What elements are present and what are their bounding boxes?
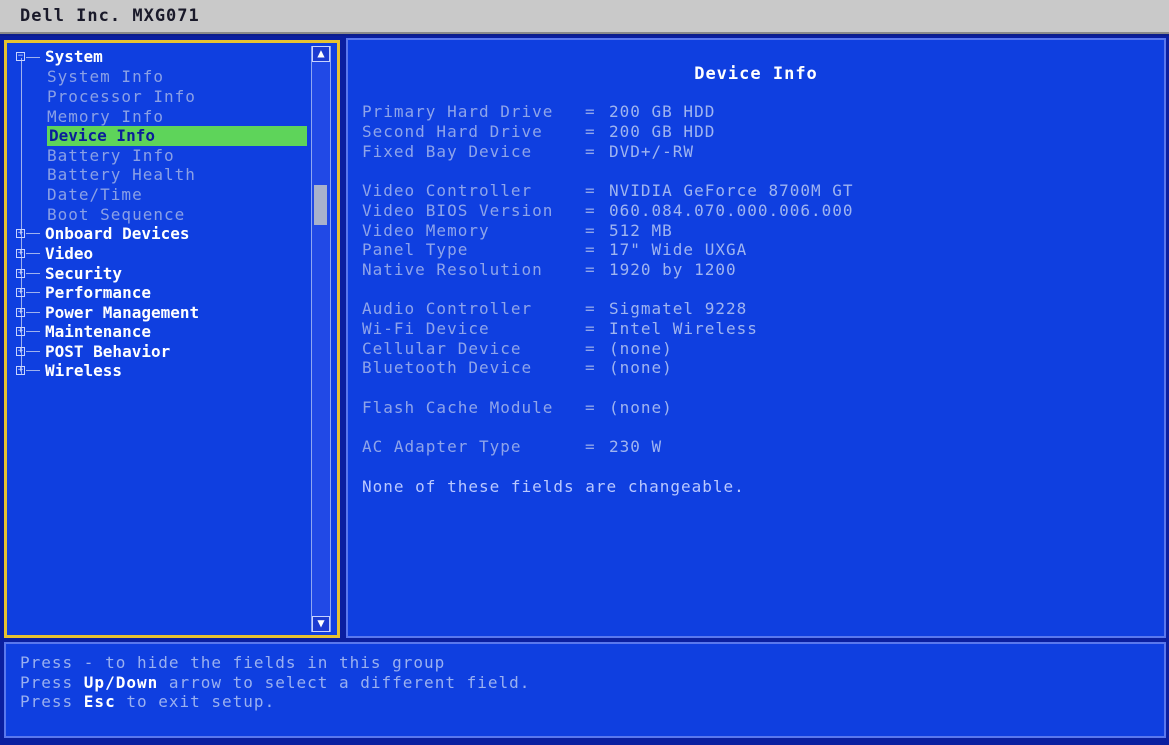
tree-branch-line bbox=[26, 351, 40, 352]
field-label: Panel Type bbox=[362, 240, 469, 259]
expand-icon[interactable]: + bbox=[16, 308, 25, 317]
field-value: (none) bbox=[609, 339, 673, 358]
field-primary-hard-drive: Primary Hard Drive = 200 GB HDD bbox=[362, 102, 716, 121]
field-label: Second Hard Drive bbox=[362, 122, 543, 141]
field-flash-cache-module: Flash Cache Module = (none) bbox=[362, 398, 673, 417]
settings-tree: − System System Info Processor Info Memo… bbox=[7, 43, 307, 635]
field-panel-type: Panel Type = 17" Wide UXGA bbox=[362, 240, 748, 259]
panel-title: Device Info bbox=[694, 64, 818, 84]
expand-icon[interactable]: + bbox=[16, 347, 25, 356]
tree-branch-line bbox=[26, 292, 40, 293]
field-wifi-device: Wi-Fi Device = Intel Wireless bbox=[362, 319, 758, 338]
collapse-icon[interactable]: − bbox=[16, 52, 25, 61]
help-text: arrow to select a different field. bbox=[158, 673, 531, 692]
tree-item-device-info-selected[interactable]: Device Info bbox=[47, 126, 307, 146]
tree-item-system[interactable]: System bbox=[45, 47, 103, 67]
navigation-tree-panel[interactable]: − System System Info Processor Info Memo… bbox=[4, 40, 340, 638]
field-value: 200 GB HDD bbox=[609, 122, 716, 141]
field-native-resolution: Native Resolution = 1920 by 1200 bbox=[362, 260, 737, 279]
expand-icon[interactable]: + bbox=[16, 366, 25, 375]
field-value: 512 MB bbox=[609, 221, 673, 240]
read-only-note: None of these fields are changeable. bbox=[362, 477, 745, 496]
field-fixed-bay-device: Fixed Bay Device = DVD+/-RW bbox=[362, 142, 695, 161]
field-value: 230 W bbox=[609, 437, 663, 456]
tree-item-battery-health[interactable]: Battery Health bbox=[47, 165, 196, 185]
field-value: 17" Wide UXGA bbox=[609, 240, 748, 259]
field-label: Wi-Fi Device bbox=[362, 319, 490, 338]
scrollbar-thumb[interactable] bbox=[314, 185, 327, 225]
tree-branch-line bbox=[26, 370, 40, 371]
tree-item-date-time[interactable]: Date/Time bbox=[47, 185, 143, 205]
scroll-up-arrow-icon[interactable]: ▲ bbox=[312, 46, 330, 62]
key-up-down: Up/Down bbox=[83, 673, 159, 692]
field-cellular-device: Cellular Device = (none) bbox=[362, 339, 673, 358]
tree-branch-line bbox=[26, 331, 40, 332]
expand-icon[interactable]: + bbox=[16, 249, 25, 258]
field-ac-adapter-type: AC Adapter Type = 230 W bbox=[362, 437, 663, 456]
expand-icon[interactable]: + bbox=[16, 229, 25, 238]
tree-item-wireless[interactable]: Wireless bbox=[45, 361, 122, 381]
field-label: AC Adapter Type bbox=[362, 437, 522, 456]
tree-item-battery-info[interactable]: Battery Info bbox=[47, 146, 175, 166]
help-text: Press bbox=[20, 673, 84, 692]
tree-item-security[interactable]: Security bbox=[45, 264, 122, 284]
tree-item-boot-sequence[interactable]: Boot Sequence bbox=[47, 205, 185, 225]
field-value: NVIDIA GeForce 8700M GT bbox=[609, 181, 854, 200]
title-bar: Dell Inc. MXG071 bbox=[0, 0, 1169, 34]
field-label: Primary Hard Drive bbox=[362, 102, 554, 121]
field-value: DVD+/-RW bbox=[609, 142, 695, 161]
tree-branch-line bbox=[26, 233, 40, 234]
field-value: Intel Wireless bbox=[609, 319, 758, 338]
help-line-hide-fields: Press - to hide the fields in this group bbox=[20, 653, 446, 672]
field-second-hard-drive: Second Hard Drive = 200 GB HDD bbox=[362, 122, 716, 141]
scroll-down-arrow-icon[interactable]: ▼ bbox=[312, 616, 330, 632]
field-value: (none) bbox=[609, 398, 673, 417]
tree-item-onboard-devices[interactable]: Onboard Devices bbox=[45, 224, 190, 244]
tree-item-performance[interactable]: Performance bbox=[45, 283, 151, 303]
field-label: Video Memory bbox=[362, 221, 490, 240]
field-value: Sigmatel 9228 bbox=[609, 299, 748, 318]
field-label: Video Controller bbox=[362, 181, 533, 200]
expand-icon[interactable]: + bbox=[16, 269, 25, 278]
help-text: Press bbox=[20, 692, 84, 711]
field-label: Fixed Bay Device bbox=[362, 142, 533, 161]
expand-icon[interactable]: + bbox=[16, 288, 25, 297]
field-video-bios-version: Video BIOS Version = 060.084.070.000.006.0… bbox=[362, 201, 854, 220]
tree-item-system-info[interactable]: System Info bbox=[47, 67, 164, 87]
help-line-navigate: Press Up/Down arrow to select a differen… bbox=[20, 673, 530, 693]
tree-branch-line bbox=[26, 312, 40, 313]
help-line-exit: Press Esc to exit setup. bbox=[20, 692, 275, 712]
field-bluetooth-device: Bluetooth Device = (none) bbox=[362, 358, 673, 377]
tree-scrollbar[interactable]: ▲ ▼ bbox=[311, 46, 331, 632]
field-label: Flash Cache Module bbox=[362, 398, 554, 417]
tree-branch-line bbox=[26, 253, 40, 254]
help-text: to exit setup. bbox=[115, 692, 276, 711]
field-audio-controller: Audio Controller = Sigmatel 9228 bbox=[362, 299, 748, 318]
field-label: Audio Controller bbox=[362, 299, 533, 318]
tree-branch-line bbox=[26, 57, 40, 58]
help-panel: Press - to hide the fields in this group… bbox=[4, 642, 1166, 738]
tree-item-post-behavior[interactable]: POST Behavior bbox=[45, 342, 170, 362]
field-video-memory: Video Memory = 512 MB bbox=[362, 221, 673, 240]
tree-item-processor-info[interactable]: Processor Info bbox=[47, 87, 196, 107]
field-video-controller: Video Controller = NVIDIA GeForce 8700M GT bbox=[362, 181, 854, 200]
field-value: 200 GB HDD bbox=[609, 102, 716, 121]
field-label: Cellular Device bbox=[362, 339, 522, 358]
field-label: Video BIOS Version bbox=[362, 201, 554, 220]
tree-item-power-management[interactable]: Power Management bbox=[45, 303, 199, 323]
device-info-panel: Device Info Primary Hard Drive = 200 GB HD… bbox=[346, 38, 1166, 638]
field-label: Bluetooth Device bbox=[362, 358, 533, 377]
field-value: 1920 by 1200 bbox=[609, 260, 737, 279]
tree-item-maintenance[interactable]: Maintenance bbox=[45, 322, 151, 342]
field-value: (none) bbox=[609, 358, 673, 377]
window-title: Dell Inc. MXG071 bbox=[20, 6, 200, 26]
tree-branch-line bbox=[26, 273, 40, 274]
tree-item-memory-info[interactable]: Memory Info bbox=[47, 107, 164, 127]
field-value: 060.084.070.000.006.000 bbox=[609, 201, 854, 220]
expand-icon[interactable]: + bbox=[16, 327, 25, 336]
field-label: Native Resolution bbox=[362, 260, 543, 279]
tree-item-video[interactable]: Video bbox=[45, 244, 93, 264]
key-esc: Esc bbox=[83, 692, 116, 711]
